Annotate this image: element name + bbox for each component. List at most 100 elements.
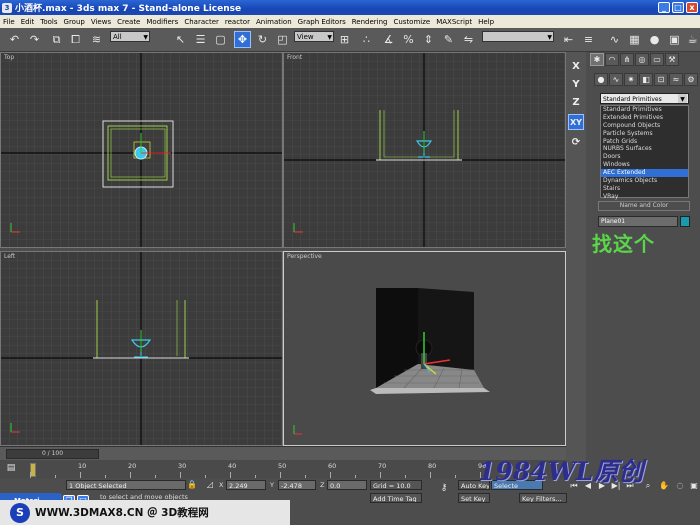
lights-icon[interactable]: ✷ — [624, 73, 638, 86]
track-bar-menu-icon[interactable]: ▤ — [4, 461, 18, 475]
viewport-left[interactable]: Left — [0, 251, 283, 446]
list-item[interactable]: Compound Objects — [601, 122, 688, 130]
menu-tools[interactable]: Tools — [37, 18, 60, 26]
maximize-button[interactable]: □ — [672, 2, 684, 13]
menu-file[interactable]: File — [0, 18, 18, 26]
quick-render-icon[interactable]: ☕ — [684, 31, 700, 48]
select-by-name-icon[interactable]: ☰ — [192, 31, 209, 48]
redo-icon[interactable]: ↷ — [26, 31, 43, 48]
viewport-front-label[interactable]: Front — [287, 54, 302, 61]
systems-icon[interactable]: ⚙ — [684, 73, 698, 86]
mirror-icon[interactable]: ⇋ — [460, 31, 477, 48]
list-item[interactable]: Windows — [601, 161, 688, 169]
list-item-selected[interactable]: AEC Extended — [601, 169, 688, 178]
time-slider[interactable]: 0 / 100 — [6, 449, 99, 459]
select-object-icon[interactable]: ↖ — [172, 31, 189, 48]
minimize-button[interactable]: _ — [658, 2, 670, 13]
select-move-icon[interactable]: ✥ — [234, 31, 251, 48]
select-rotate-icon[interactable]: ↻ — [254, 31, 271, 48]
name-and-color-rollout[interactable]: Name and Color — [598, 201, 690, 211]
add-time-tag-button[interactable]: Add Time Tag — [370, 493, 422, 503]
set-key-icon[interactable]: ⚷ — [436, 481, 452, 495]
list-item[interactable]: Patch Grids — [601, 138, 688, 146]
viewport-left-label[interactable]: Left — [4, 253, 15, 260]
menu-help[interactable]: Help — [475, 18, 497, 26]
menu-modifiers[interactable]: Modifiers — [143, 18, 181, 26]
lock-selection-icon[interactable]: 🔒 — [186, 479, 198, 491]
zoom-icon[interactable]: ⌕ — [642, 480, 654, 492]
menu-graph-editors[interactable]: Graph Editors — [295, 18, 349, 26]
snaps-toggle-icon[interactable]: ∴ — [358, 31, 375, 48]
spinner-snap-icon[interactable]: ⇕ — [420, 31, 437, 48]
unlink-icon[interactable]: ⧠ — [67, 31, 84, 48]
modify-tab-icon[interactable]: ◠ — [605, 53, 619, 66]
list-item[interactable]: Doors — [601, 153, 688, 161]
viewport-perspective-label[interactable]: Perspective — [287, 253, 322, 260]
set-key-button[interactable]: Set Key — [458, 493, 490, 503]
list-item[interactable]: Dynamics Objects — [601, 177, 688, 185]
object-color-swatch[interactable] — [680, 216, 690, 227]
list-item[interactable]: NURBS Surfaces — [601, 145, 688, 153]
reference-coord-dropdown[interactable]: View — [294, 31, 334, 43]
material-editor-icon[interactable]: ● — [646, 31, 663, 48]
select-link-icon[interactable]: ⧉ — [48, 31, 65, 48]
display-tab-icon[interactable]: ▭ — [650, 53, 664, 66]
menu-edit[interactable]: Edit — [18, 18, 38, 26]
constrain-y-button[interactable]: Y — [568, 76, 584, 92]
object-category-dropdown[interactable]: Standard Primitives — [600, 93, 689, 104]
motion-tab-icon[interactable]: ◎ — [635, 53, 649, 66]
curve-editor-icon[interactable]: ∿ — [606, 31, 623, 48]
menu-reactor[interactable]: reactor — [222, 18, 253, 26]
object-name-input[interactable]: Plane01 — [598, 216, 678, 227]
orbit-icon[interactable]: ◌ — [674, 480, 686, 492]
align-icon[interactable]: ⇤ — [560, 31, 577, 48]
z-coordinate-field[interactable]: 0.0 — [327, 480, 367, 490]
menu-rendering[interactable]: Rendering — [349, 18, 391, 26]
shapes-icon[interactable]: ∿ — [609, 73, 623, 86]
list-item[interactable]: Standard Primitives — [601, 106, 688, 114]
constrain-xy-button[interactable]: XY — [568, 114, 584, 130]
list-item[interactable]: VRay — [601, 193, 688, 201]
percent-snap-icon[interactable]: % — [400, 31, 417, 48]
create-tab-icon[interactable]: ✱ — [590, 53, 604, 66]
constrain-x-button[interactable]: X — [568, 58, 584, 74]
list-item[interactable]: Particle Systems — [601, 130, 688, 138]
helpers-icon[interactable]: ⊡ — [654, 73, 668, 86]
geometry-icon[interactable]: ● — [594, 73, 608, 86]
y-coordinate-field[interactable]: -2.478 — [278, 480, 316, 490]
undo-icon[interactable]: ↶ — [6, 31, 23, 48]
cameras-icon[interactable]: ◧ — [639, 73, 653, 86]
utilities-tab-icon[interactable]: ⚒ — [665, 53, 679, 66]
angle-snap-icon[interactable]: ∡ — [380, 31, 397, 48]
space-warps-icon[interactable]: ≈ — [669, 73, 683, 86]
menu-customize[interactable]: Customize — [390, 18, 433, 26]
maximize-viewport-icon[interactable]: ▣ — [688, 480, 700, 492]
viewport-top[interactable]: Top — [0, 52, 283, 248]
schematic-view-icon[interactable]: ▦ — [626, 31, 643, 48]
absolute-mode-icon[interactable]: ◿ — [204, 479, 216, 491]
x-coordinate-field[interactable]: 2.249 — [226, 480, 266, 490]
menu-animation[interactable]: Animation — [253, 18, 295, 26]
constrain-cycle-icon[interactable]: ⟳ — [568, 134, 584, 150]
pan-icon[interactable]: ✋ — [658, 480, 670, 492]
constrain-z-button[interactable]: Z — [568, 94, 584, 110]
region-select-icon[interactable]: ▢ — [212, 31, 229, 48]
viewport-perspective[interactable]: Perspective — [283, 251, 566, 446]
close-button[interactable]: x — [686, 2, 698, 13]
menu-group[interactable]: Group — [61, 18, 88, 26]
render-scene-icon[interactable]: ▣ — [666, 31, 683, 48]
key-filters-button[interactable]: Key Filters... — [519, 493, 567, 503]
select-scale-icon[interactable]: ◰ — [274, 31, 291, 48]
selection-filter-dropdown[interactable]: All — [110, 31, 150, 43]
list-item[interactable]: Stairs — [601, 185, 688, 193]
named-selection-icon[interactable]: ✎ — [440, 31, 457, 48]
layer-manager-icon[interactable]: ≡ — [580, 31, 597, 48]
hierarchy-tab-icon[interactable]: ⋔ — [620, 53, 634, 66]
menu-character[interactable]: Character — [181, 18, 222, 26]
bind-space-warp-icon[interactable]: ≋ — [88, 31, 105, 48]
named-selection-sets-dropdown[interactable] — [482, 31, 554, 43]
viewport-top-label[interactable]: Top — [4, 54, 14, 61]
viewport-front[interactable]: Front — [283, 52, 566, 248]
menu-create[interactable]: Create — [114, 18, 143, 26]
menu-views[interactable]: Views — [88, 18, 114, 26]
